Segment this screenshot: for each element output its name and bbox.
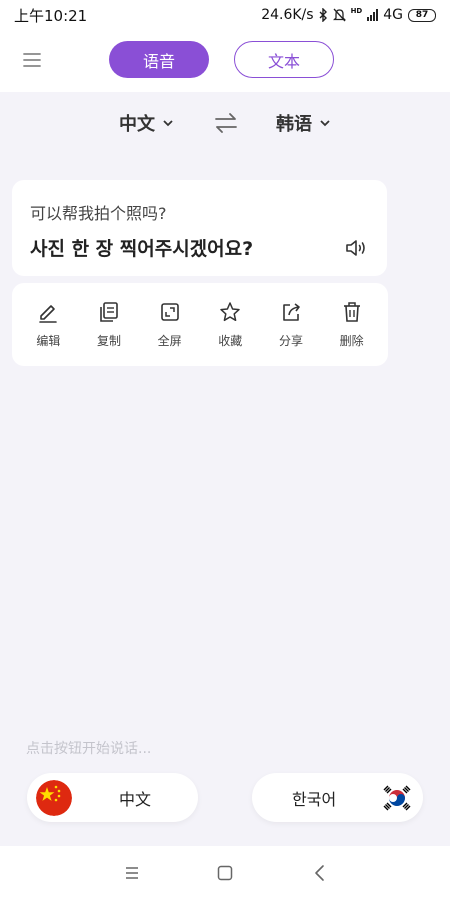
favorite-label: 收藏 — [218, 333, 243, 348]
pencil-icon — [39, 304, 58, 323]
speak-korean-button[interactable]: 한국어 — [252, 773, 423, 822]
delete-label: 删除 — [339, 333, 364, 348]
translated-text: 사진 한 장 찍어주시겠어요? — [30, 238, 254, 260]
swap-languages-icon[interactable] — [213, 111, 239, 135]
app-header: 语音 文本 — [0, 30, 450, 92]
copy-button[interactable]: 复制 — [81, 301, 137, 349]
translation-card: 可以帮我拍个照吗? 사진 한 장 찍어주시겠어요? — [12, 180, 387, 276]
trash-icon — [343, 301, 360, 322]
home-icon[interactable] — [216, 864, 234, 882]
back-icon[interactable] — [311, 864, 329, 882]
hd-label: HD — [350, 7, 363, 15]
status-bar: 上午10:21 24.6K/s HD 4G 87 — [0, 0, 450, 30]
source-text: 可以帮我拍个照吗? — [30, 204, 167, 223]
source-language-label: 中文 — [119, 114, 155, 135]
favorite-button[interactable]: 收藏 — [202, 301, 258, 349]
network-type: 4G — [383, 7, 403, 23]
target-language-select[interactable]: 韩语 — [276, 108, 330, 138]
status-icons: 24.6K/s HD 4G 87 — [261, 7, 436, 23]
network-speed: 24.6K/s — [261, 7, 314, 23]
speak-chinese-label: 中文 — [119, 789, 152, 809]
action-bar: 编辑 复制 全屏 收藏 分享 删除 — [12, 283, 388, 366]
share-icon — [283, 302, 300, 321]
battery-level: 87 — [415, 10, 429, 20]
bell-mute-icon — [332, 8, 346, 22]
speak-chinese-button[interactable]: 中文 — [27, 773, 198, 822]
system-nav-bar — [0, 846, 450, 900]
share-label: 分享 — [278, 333, 303, 348]
china-flag-icon — [36, 780, 72, 816]
edit-label: 编辑 — [36, 333, 61, 348]
star-icon — [220, 301, 241, 321]
chevron-down-icon — [320, 119, 330, 126]
target-language-label: 韩语 — [276, 114, 312, 135]
edit-button[interactable]: 编辑 — [20, 301, 76, 349]
speaker-icon[interactable] — [345, 238, 367, 258]
speak-korean-label: 한국어 — [292, 789, 337, 809]
status-time: 上午10:21 — [14, 6, 88, 25]
fullscreen-button[interactable]: 全屏 — [142, 301, 198, 349]
copy-icon — [100, 301, 118, 322]
bluetooth-icon — [319, 8, 327, 22]
speak-hint: 点击按钮开始说话... — [26, 741, 152, 757]
fullscreen-icon — [160, 302, 179, 321]
tab-text[interactable]: 文本 — [234, 41, 334, 78]
language-selector: 中文 韩语 — [0, 108, 450, 138]
korea-flag-icon — [379, 780, 415, 816]
battery-icon: 87 — [408, 8, 436, 22]
tab-voice[interactable]: 语音 — [109, 41, 209, 78]
chevron-down-icon — [163, 119, 173, 126]
share-button[interactable]: 分享 — [263, 301, 319, 349]
delete-button[interactable]: 删除 — [324, 301, 380, 349]
recent-apps-icon[interactable] — [123, 864, 141, 882]
source-language-select[interactable]: 中文 — [119, 108, 173, 138]
copy-label: 复制 — [96, 333, 121, 348]
menu-icon[interactable] — [20, 48, 44, 72]
fullscreen-label: 全屏 — [157, 333, 182, 348]
signal-icon — [367, 9, 379, 21]
